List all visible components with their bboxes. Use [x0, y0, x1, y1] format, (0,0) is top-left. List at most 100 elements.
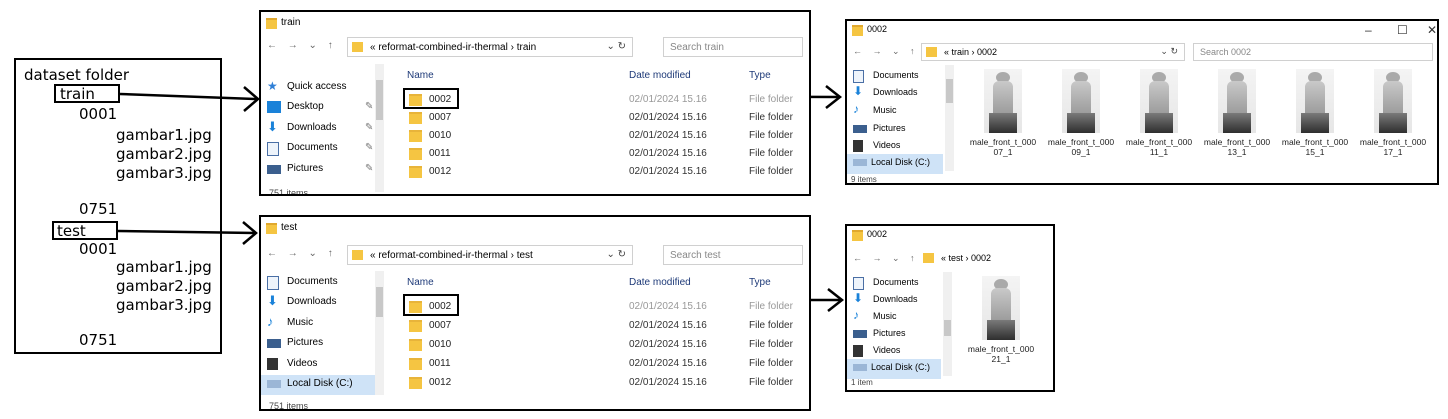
pictures-icon — [853, 330, 867, 338]
column-name[interactable]: Name — [407, 277, 434, 288]
folder-icon — [352, 42, 363, 52]
image-thumbnail[interactable]: male_front_t_000 17_1 — [1357, 69, 1429, 157]
nav-arrows-icon[interactable]: ← → ⌄ ↑ — [853, 253, 919, 264]
address-toolbar: ← → ⌄ ↑ « reformat-combined-ir-thermal ›… — [261, 244, 809, 266]
table-row[interactable]: 0010 02/01/2024 15.16 File folder — [409, 338, 809, 354]
image-thumbnail[interactable]: male_front_t_000 15_1 — [1279, 69, 1351, 157]
title-bar: 0002 – ☐ ✕ — [847, 21, 1437, 39]
nav-scrollbar[interactable] — [375, 271, 384, 395]
column-date[interactable]: Date modified — [629, 70, 691, 81]
videos-icon — [853, 345, 863, 357]
disk-icon — [267, 380, 281, 388]
address-path: « reformat-combined-ir-thermal › train — [370, 42, 537, 53]
videos-icon — [267, 358, 278, 370]
image-thumbnail[interactable]: male_front_t_000 13_1 — [1201, 69, 1273, 157]
address-toolbar: ← → ⌄ ↑ « reformat-combined-ir-thermal ›… — [261, 36, 809, 58]
desktop-icon — [267, 101, 281, 113]
thermal-image — [1140, 69, 1178, 133]
image-thumbnail[interactable]: male_front_t_000 09_1 — [1045, 69, 1117, 157]
column-name[interactable]: Name — [407, 70, 434, 81]
address-path: « reformat-combined-ir-thermal › test — [370, 250, 533, 261]
address-bar[interactable]: « reformat-combined-ir-thermal › test ⌄ … — [347, 245, 633, 265]
nav-item-local-disk[interactable]: Local Disk (C:) — [847, 154, 943, 174]
address-toolbar: ← → ⌄ ↑ « test › 0002 — [847, 249, 1053, 271]
download-icon: ⬇ — [267, 119, 278, 134]
nav-scrollbar[interactable] — [945, 65, 954, 171]
thermal-image — [1218, 69, 1256, 133]
address-bar[interactable]: « train › 0002 ⌄ ↻ — [921, 43, 1185, 61]
status-bar: 751 items — [269, 401, 309, 411]
nav-scrollbar[interactable] — [375, 64, 384, 192]
address-bar[interactable]: « reformat-combined-ir-thermal › train ⌄… — [347, 37, 633, 57]
folder-icon — [352, 250, 363, 260]
address-bar[interactable]: « test › 0002 — [919, 250, 1051, 268]
folder-icon — [852, 25, 863, 36]
pictures-icon — [267, 165, 281, 174]
minimize-icon[interactable]: – — [1365, 23, 1372, 37]
image-thumbnail[interactable]: male_front_t_000 11_1 — [1123, 69, 1195, 157]
music-icon: ♪ — [853, 102, 859, 116]
table-row[interactable]: 0012 02/01/2024 15.16 File folder — [409, 376, 809, 392]
star-icon: ★ — [267, 79, 278, 93]
music-icon: ♪ — [853, 308, 859, 322]
status-bar: 9 items — [851, 175, 877, 184]
nav-item-local-disk[interactable]: Local Disk (C:) — [847, 359, 941, 379]
download-icon: ⬇ — [853, 291, 864, 305]
disk-icon — [853, 364, 867, 371]
folder-icon — [923, 253, 934, 263]
download-icon: ⬇ — [853, 84, 864, 98]
title-bar: test — [261, 217, 809, 239]
pictures-icon — [853, 125, 867, 133]
download-icon: ⬇ — [267, 293, 278, 308]
search-input[interactable]: Search 0002 — [1193, 43, 1433, 61]
thermal-image — [1374, 69, 1412, 133]
pin-icon: ✎ — [365, 101, 374, 112]
selected-folder-highlight — [403, 294, 459, 316]
search-input[interactable]: Search test — [663, 245, 803, 265]
title-bar: 0002 — [847, 226, 1053, 244]
table-row[interactable]: 0002 02/01/2024 15.16 File folder — [409, 93, 809, 109]
pin-icon: ✎ — [365, 163, 374, 174]
nav-scrollbar[interactable] — [943, 272, 952, 376]
train-0002-explorer-window: 0002 – ☐ ✕ ← → ⌄ ↑ « train › 0002 ⌄ ↻ Se… — [845, 19, 1439, 185]
table-row[interactable]: 0010 02/01/2024 15.16 File folder — [409, 129, 809, 145]
address-path: « train › 0002 — [944, 47, 998, 57]
table-row[interactable]: 0012 02/01/2024 15.16 File folder — [409, 165, 809, 181]
thermal-image — [982, 276, 1020, 340]
table-row[interactable]: 0007 02/01/2024 15.16 File folder — [409, 111, 809, 127]
selected-folder-highlight — [403, 88, 459, 109]
image-thumbnail[interactable]: male_front_t_000 07_1 — [967, 69, 1039, 157]
nav-arrows-icon[interactable]: ← → ⌄ ↑ — [267, 40, 337, 51]
nav-arrows-icon[interactable]: ← → ⌄ ↑ — [267, 248, 337, 259]
refresh-icon[interactable]: ⌄ ↻ — [606, 249, 626, 260]
window-title: 0002 — [867, 24, 888, 34]
close-icon[interactable]: ✕ — [1427, 23, 1437, 37]
table-row[interactable]: 0002 02/01/2024 15.16 File folder — [409, 300, 809, 316]
thermal-image — [984, 69, 1022, 133]
window-title: test — [281, 222, 298, 233]
column-date[interactable]: Date modified — [629, 277, 691, 288]
column-type[interactable]: Type — [749, 277, 771, 288]
document-icon — [853, 70, 864, 83]
nav-item-local-disk[interactable]: Local Disk (C:) — [261, 375, 375, 395]
nav-arrows-icon[interactable]: ← → ⌄ ↑ — [853, 46, 919, 57]
music-icon: ♪ — [267, 314, 274, 329]
image-thumbnail[interactable]: male_front_t_000 21_1 — [965, 276, 1037, 364]
window-title: train — [281, 17, 301, 28]
table-row[interactable]: 0011 02/01/2024 15.16 File folder — [409, 147, 809, 163]
column-type[interactable]: Type — [749, 70, 771, 81]
train-explorer-window: train ← → ⌄ ↑ « reformat-combined-ir-the… — [259, 10, 811, 196]
test-explorer-window: test ← → ⌄ ↑ « reformat-combined-ir-ther… — [259, 215, 811, 411]
document-icon — [853, 277, 864, 290]
title-bar: train — [261, 12, 809, 34]
thermal-image — [1296, 69, 1334, 133]
refresh-icon[interactable]: ⌄ ↻ — [606, 41, 626, 52]
table-row[interactable]: 0007 02/01/2024 15.16 File folder — [409, 319, 809, 335]
address-toolbar: ← → ⌄ ↑ « train › 0002 ⌄ ↻ Search 0002 — [847, 42, 1437, 64]
address-path: « test › 0002 — [941, 253, 992, 263]
table-row[interactable]: 0011 02/01/2024 15.16 File folder — [409, 357, 809, 373]
search-input[interactable]: Search train — [663, 37, 803, 57]
refresh-icon[interactable]: ⌄ ↻ — [1160, 46, 1178, 57]
window-title: 0002 — [867, 229, 888, 239]
maximize-icon[interactable]: ☐ — [1397, 23, 1408, 37]
